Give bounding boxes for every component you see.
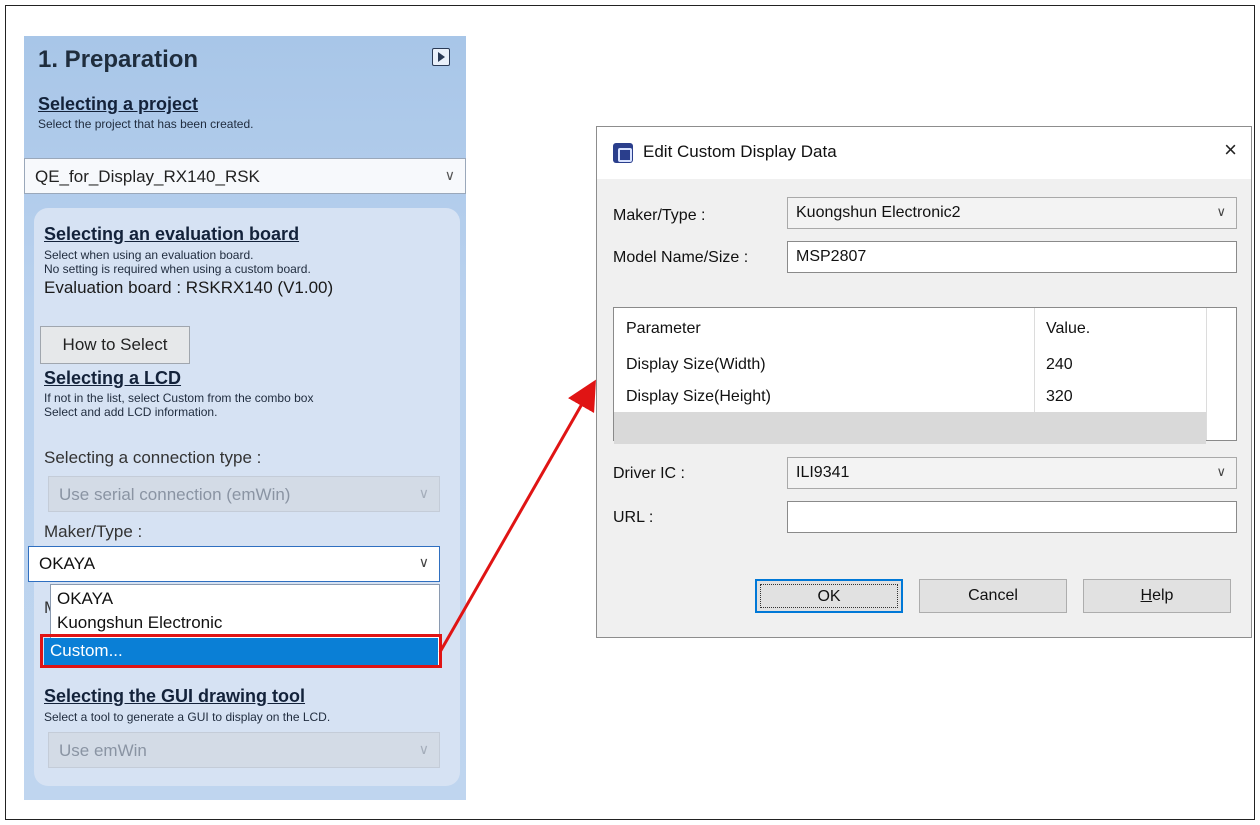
model-name-input[interactable]: MSP2807	[787, 241, 1237, 273]
driver-ic-select[interactable]: ILI9341 ∨	[787, 457, 1237, 489]
driver-ic-value: ILI9341	[796, 464, 850, 481]
arrow-line	[438, 379, 596, 653]
url-label: URL :	[613, 509, 654, 526]
help-button-mnemonic: H	[1140, 587, 1153, 604]
dialog-titlebar: Edit Custom Display Data ×	[597, 127, 1251, 179]
ok-button[interactable]: OK	[755, 579, 903, 613]
table-header-value: Value.	[1046, 320, 1091, 337]
dialog-maker-label: Maker/Type :	[613, 207, 706, 224]
close-icon[interactable]: ×	[1224, 137, 1237, 163]
app-icon	[613, 143, 633, 163]
ok-button-label: OK	[817, 588, 841, 605]
driver-ic-label: Driver IC :	[613, 465, 685, 482]
table-row-value[interactable]: 320	[1046, 388, 1073, 406]
table-row-selected[interactable]	[614, 412, 1206, 444]
help-button[interactable]: Help	[1083, 579, 1231, 613]
table-row-parameter[interactable]: Display Size(Height)	[626, 388, 771, 406]
dialog-title: Edit Custom Display Data	[643, 142, 837, 161]
dialog-maker-select[interactable]: Kuongshun Electronic2 ∨	[787, 197, 1237, 229]
column-divider	[1206, 308, 1207, 440]
help-button-label: elp	[1152, 587, 1174, 604]
table-row-parameter[interactable]: Display Size(Width)	[626, 356, 766, 374]
chevron-down-icon: ∨	[1216, 204, 1226, 219]
dialog-maker-value: Kuongshun Electronic2	[796, 204, 961, 221]
url-input[interactable]	[787, 501, 1237, 533]
chevron-down-icon: ∨	[1216, 464, 1226, 479]
edit-custom-display-dialog: Edit Custom Display Data × Maker/Type : …	[596, 126, 1252, 638]
table-header-parameter: Parameter	[626, 320, 701, 337]
cancel-button[interactable]: Cancel	[919, 579, 1067, 613]
table-row-value[interactable]: 240	[1046, 356, 1073, 374]
parameter-table: Parameter Value. Display Size(Width) 240…	[613, 307, 1237, 444]
model-name-label: Model Name/Size :	[613, 249, 749, 266]
